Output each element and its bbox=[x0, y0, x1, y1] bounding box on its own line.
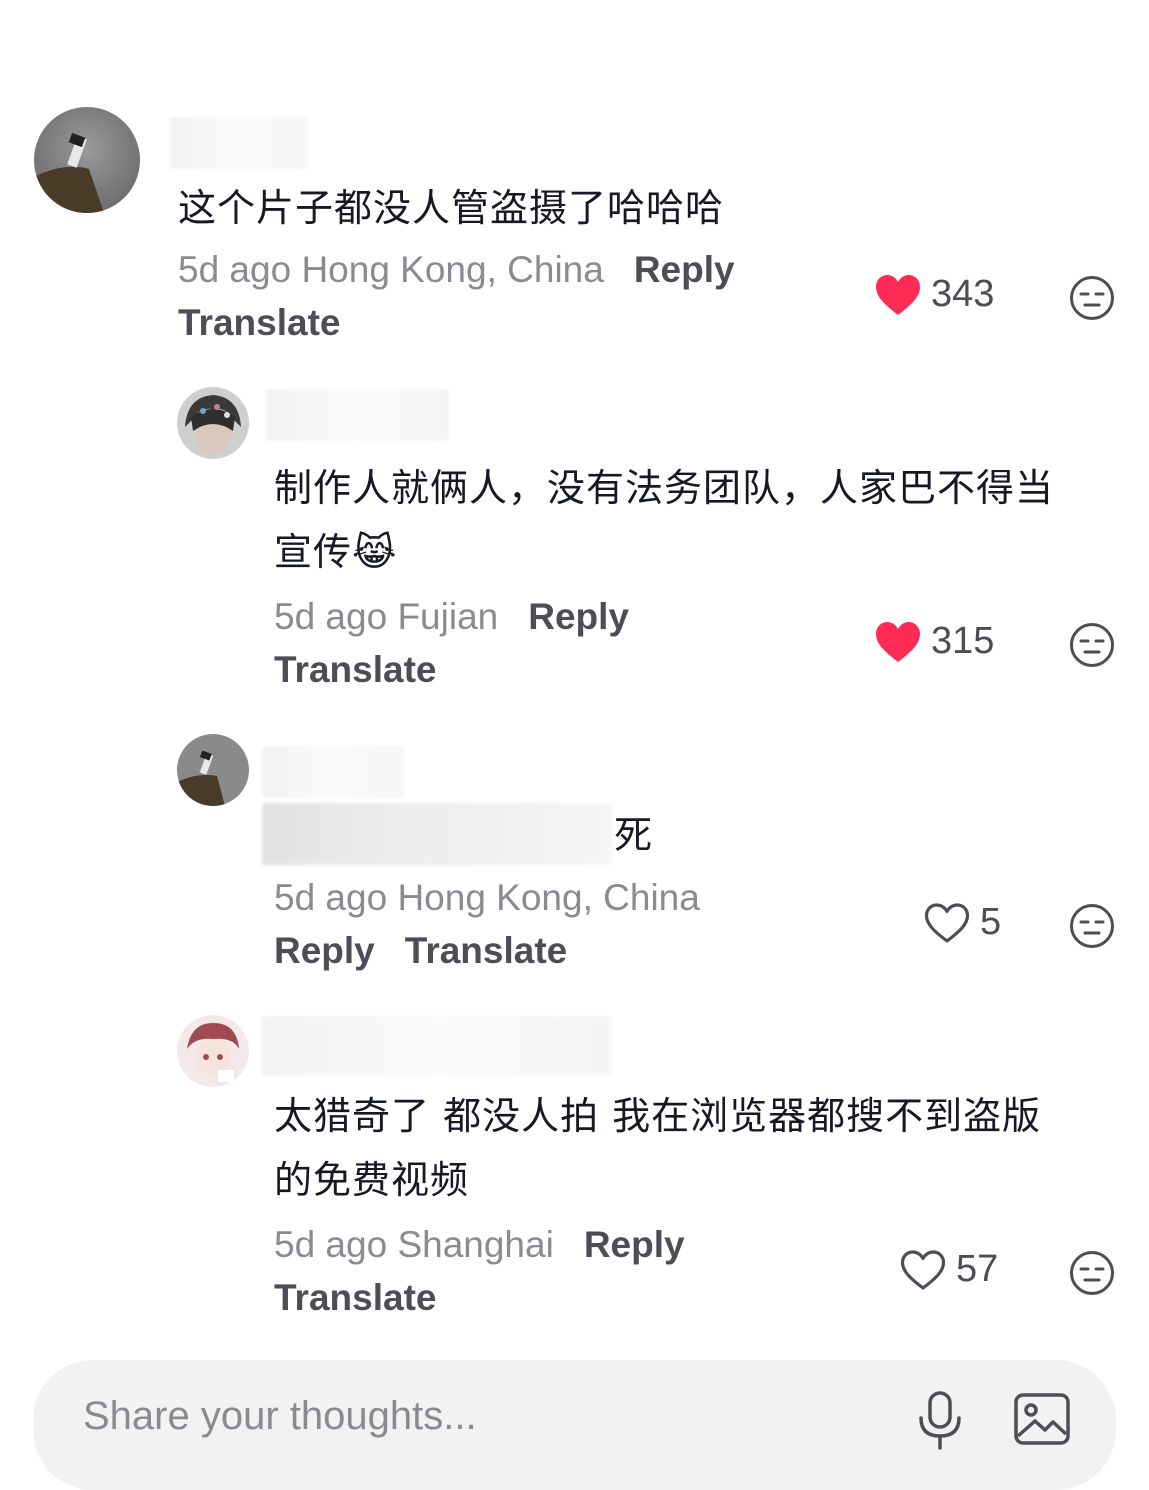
comment-text-redacted bbox=[262, 803, 613, 865]
like-button[interactable]: 343 bbox=[875, 273, 994, 316]
translate-button[interactable]: Translate bbox=[178, 302, 340, 343]
like-button[interactable]: 5 bbox=[924, 901, 1001, 944]
comment-text-line2: 宣传 bbox=[274, 530, 353, 574]
comment-text-visible: 死 bbox=[614, 813, 654, 857]
clipped-header bbox=[0, 0, 420, 4]
translate-button[interactable]: Translate bbox=[405, 930, 567, 971]
crying-laughing-cat-emoji: 😹 bbox=[352, 530, 398, 574]
avatar[interactable] bbox=[177, 734, 249, 806]
avatar[interactable] bbox=[34, 107, 140, 213]
heart-outline-icon bbox=[900, 1249, 946, 1290]
username-redacted[interactable] bbox=[262, 1016, 612, 1076]
timestamp-location: 5d ago Shanghai bbox=[274, 1224, 554, 1265]
dislike-face-icon[interactable] bbox=[1068, 621, 1116, 669]
microphone-icon[interactable] bbox=[915, 1390, 965, 1452]
comment-input-bar[interactable]: Share your thoughts... bbox=[33, 1360, 1116, 1490]
username-redacted[interactable] bbox=[262, 746, 404, 798]
avatar[interactable] bbox=[177, 387, 249, 459]
timestamp-location: 5d ago Hong Kong, China bbox=[274, 877, 700, 918]
like-count: 315 bbox=[931, 620, 995, 662]
reply-button[interactable]: Reply bbox=[528, 596, 629, 637]
dislike-face-icon[interactable] bbox=[1068, 1249, 1116, 1297]
reply-button[interactable]: Reply bbox=[634, 249, 735, 290]
comment-text: 太猎奇了 都没人拍 我在浏览器都搜不到盗版 的免费视频 bbox=[274, 1084, 1134, 1212]
heart-filled-icon bbox=[876, 274, 920, 315]
comment-meta: 5d ago Shanghai Reply Translate bbox=[274, 1218, 834, 1324]
comment-meta: 5d ago Hong Kong, China Reply Translate bbox=[274, 871, 894, 977]
avatar-image bbox=[34, 107, 140, 213]
like-count: 57 bbox=[956, 1248, 999, 1290]
like-button[interactable]: 315 bbox=[875, 620, 994, 663]
timestamp-location: 5d ago Hong Kong, China bbox=[178, 249, 604, 290]
like-count: 5 bbox=[980, 901, 1002, 943]
heart-outline-icon bbox=[924, 902, 970, 943]
comment-meta: 5d ago Fujian Reply Translate bbox=[274, 590, 834, 696]
comment-text: 制作人就俩人，没有法务团队，人家巴不得当 宣传😹 bbox=[274, 456, 1134, 584]
comment-text-line1: 制作人就俩人，没有法务团队，人家巴不得当 bbox=[274, 466, 1055, 510]
comment-text: 这个片子都没人管盗摄了哈哈哈 bbox=[178, 186, 725, 230]
comment-text: 死 bbox=[614, 803, 653, 867]
reply-button[interactable]: Reply bbox=[584, 1224, 685, 1265]
like-button[interactable]: 57 bbox=[900, 1248, 998, 1291]
comment-meta: 5d ago Hong Kong, China Reply Translate bbox=[178, 243, 818, 349]
avatar-image bbox=[177, 734, 249, 806]
avatar[interactable] bbox=[177, 1015, 249, 1087]
reply-button[interactable]: Reply bbox=[274, 930, 375, 971]
comment-text-line1: 太猎奇了 都没人拍 我在浏览器都搜不到盗版 bbox=[274, 1094, 1042, 1138]
comment-text-line2: 的免费视频 bbox=[274, 1158, 470, 1202]
timestamp-location: 5d ago Fujian bbox=[274, 596, 499, 637]
heart-filled-icon bbox=[876, 621, 920, 662]
dislike-face-icon[interactable] bbox=[1068, 274, 1116, 322]
avatar-image bbox=[177, 1015, 249, 1087]
dislike-face-icon[interactable] bbox=[1068, 902, 1116, 950]
translate-button[interactable]: Translate bbox=[274, 649, 436, 690]
comment-input[interactable]: Share your thoughts... bbox=[83, 1390, 477, 1442]
username-redacted[interactable] bbox=[266, 389, 449, 441]
image-icon[interactable] bbox=[1013, 1390, 1071, 1448]
translate-button[interactable]: Translate bbox=[274, 1277, 436, 1318]
like-count: 343 bbox=[931, 273, 995, 315]
avatar-image bbox=[177, 387, 249, 459]
username-redacted[interactable] bbox=[170, 117, 308, 169]
